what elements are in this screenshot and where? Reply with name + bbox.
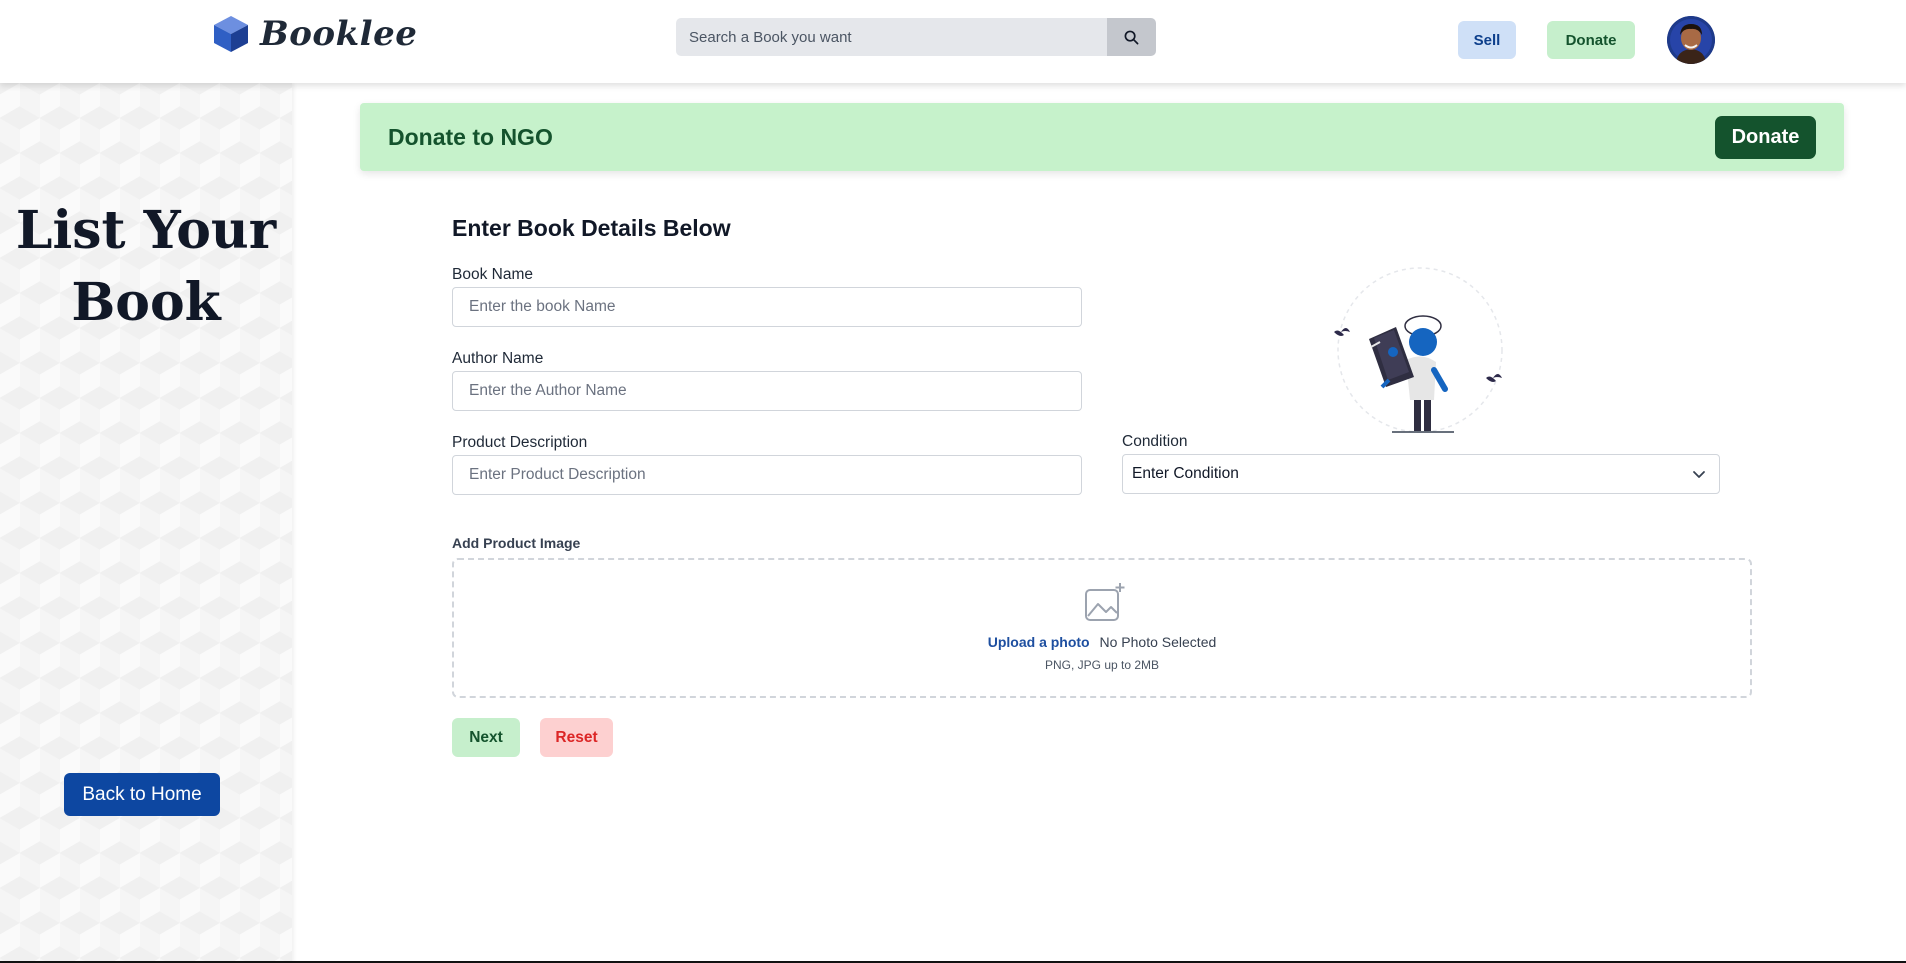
reading-person-illustration	[1334, 267, 1503, 433]
logo[interactable]: Booklee	[212, 14, 417, 54]
reset-button[interactable]: Reset	[540, 718, 613, 757]
back-to-home-button[interactable]: Back to Home	[64, 773, 220, 816]
banner-title: Donate to NGO	[388, 124, 553, 150]
author-name-label: Author Name	[452, 350, 544, 367]
upload-hint: PNG, JPG up to 2MB	[1044, 658, 1160, 672]
add-image-icon	[1085, 583, 1125, 621]
condition-select[interactable]: Enter Condition	[1122, 454, 1720, 494]
upload-line: Upload a photo No Photo Selected	[454, 634, 1750, 650]
donate-header-button[interactable]: Donate	[1547, 21, 1635, 59]
chevron-down-icon	[1693, 471, 1705, 478]
description-input[interactable]	[452, 455, 1082, 495]
description-label: Product Description	[452, 434, 588, 451]
logo-text: Booklee	[260, 14, 418, 54]
condition-value: Enter Condition	[1132, 465, 1239, 482]
book-name-input[interactable]	[452, 287, 1082, 327]
page-title-line2: Book	[71, 272, 221, 333]
user-avatar-icon	[1667, 16, 1715, 64]
search-input[interactable]	[676, 18, 1107, 56]
search-bar	[676, 18, 1156, 56]
cube-logo-icon	[214, 16, 248, 52]
upload-status: No Photo Selected	[1099, 634, 1217, 650]
author-name-input[interactable]	[452, 371, 1082, 411]
search-button[interactable]	[1107, 18, 1156, 56]
avatar[interactable]	[1667, 16, 1715, 64]
next-button[interactable]: Next	[452, 718, 520, 757]
top-navbar: Booklee Sell Donate	[0, 0, 1906, 83]
left-panel: List Your Book Back to Home	[0, 83, 292, 963]
condition-label: Condition	[1122, 433, 1188, 450]
page-title: List Your Book	[0, 195, 292, 339]
sell-button[interactable]: Sell	[1458, 21, 1516, 59]
form-heading: Enter Book Details Below	[452, 215, 731, 241]
search-icon	[1124, 30, 1139, 44]
image-dropzone[interactable]: Upload a photo No Photo Selected PNG, JP…	[452, 558, 1752, 698]
add-image-label: Add Product Image	[452, 535, 581, 551]
upload-photo-link[interactable]: Upload a photo	[988, 634, 1090, 650]
donate-ngo-banner: Donate to NGO Donate	[360, 103, 1844, 171]
page-title-line1: List Your	[15, 200, 277, 261]
banner-donate-button[interactable]: Donate	[1715, 116, 1816, 159]
book-name-label: Book Name	[452, 266, 533, 283]
